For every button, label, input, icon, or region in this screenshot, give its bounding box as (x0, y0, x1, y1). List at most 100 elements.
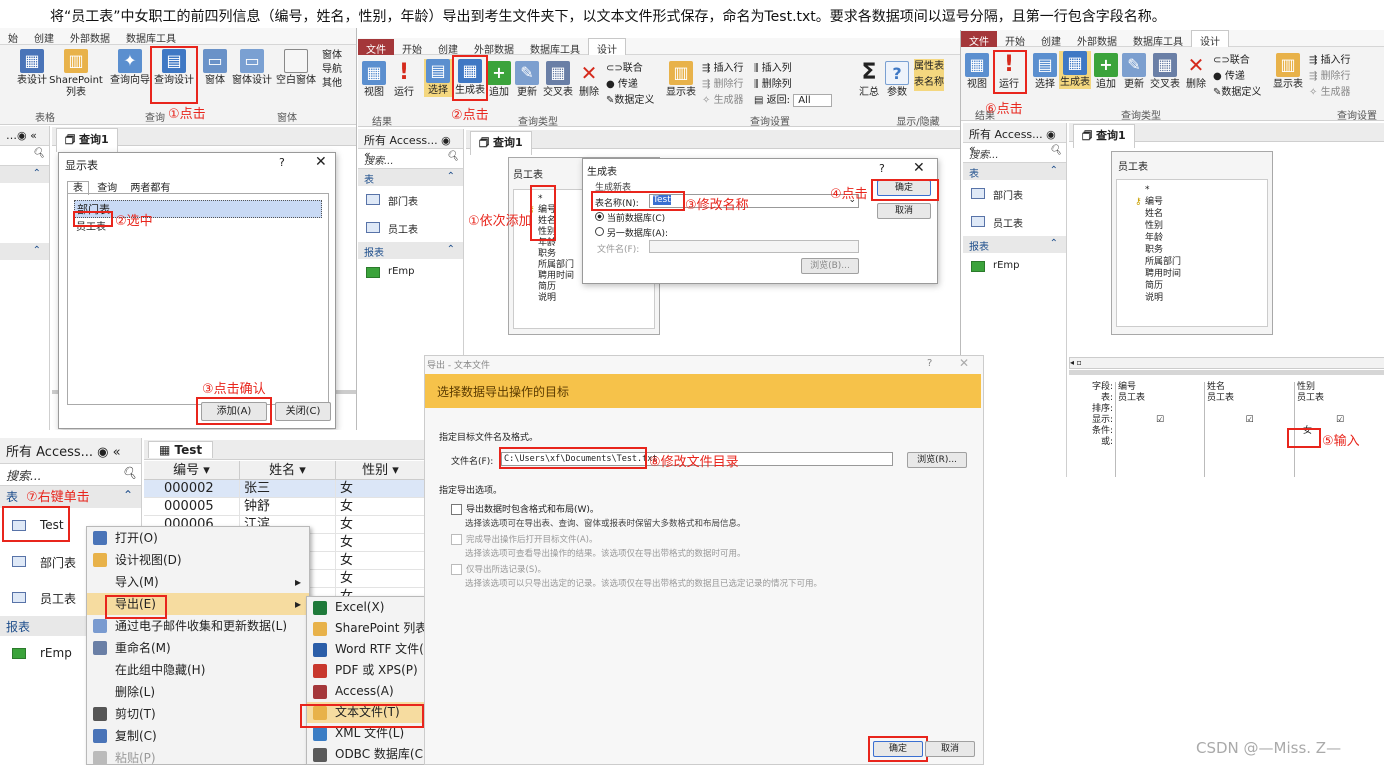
file-input[interactable] (649, 240, 859, 253)
table-cell[interactable]: 钟舒 (240, 498, 336, 515)
table-cell[interactable]: 000002 (144, 480, 240, 497)
help-icon[interactable]: ? (879, 162, 885, 175)
view-button[interactable]: ▦ 视图 (360, 61, 388, 99)
menu-item[interactable]: 在此组中隐藏(H) (87, 659, 309, 681)
nav-section-tables[interactable]: 表 ⌃ (358, 169, 463, 186)
table-row[interactable]: 000005 钟舒女 (144, 498, 426, 516)
field-item[interactable]: 说明 (1145, 292, 1267, 304)
help-icon[interactable]: ? (279, 156, 285, 169)
search-icon[interactable]: 🔍︎ (122, 466, 137, 480)
query-design-button[interactable]: ▤ 查询设计 (152, 49, 196, 87)
field-item[interactable]: 性别 (1145, 220, 1267, 232)
append-button[interactable]: + 追加 (486, 61, 512, 99)
menu-item[interactable]: 剪切(T) (87, 703, 309, 725)
field-item[interactable]: 说明 (538, 293, 654, 304)
query-wizard-button[interactable]: ✦ 查询向导 (108, 49, 152, 87)
table-names-button[interactable]: 表名称 (914, 75, 944, 91)
close-button[interactable]: 关闭(C) (275, 402, 331, 421)
nav-section-reports[interactable]: 报表 ⌃ (963, 236, 1066, 253)
parameters-button[interactable]: ? 参数 (884, 61, 910, 99)
grid-column[interactable]: 姓名 员工表 ☑ (1205, 382, 1295, 477)
form-more[interactable]: 窗体 导航 其他 (322, 49, 356, 91)
window-menu[interactable]: 窗体 (322, 49, 356, 63)
update-button[interactable]: ✎ 更新 (514, 61, 540, 99)
close-icon[interactable]: ✕ (315, 154, 327, 170)
sharepoint-button[interactable]: ▥ SharePoint 列表 (48, 49, 104, 99)
grid-column[interactable]: 编号 员工表 ☑ (1115, 382, 1205, 477)
data-definition-button[interactable]: ✎数据定义 (606, 93, 654, 109)
opt-open-file[interactable]: 完成导出操作后打开目标文件(A)。 (451, 533, 597, 545)
run-button[interactable]: ! 运行 (995, 53, 1023, 91)
close-icon[interactable]: ✕ (913, 160, 925, 176)
table-row[interactable]: 000002 张三女 (144, 480, 426, 498)
search-icon[interactable]: 🔍︎ (446, 151, 459, 162)
opt-current-db[interactable]: 当前数据库(C) (595, 211, 665, 224)
field-item[interactable]: 年龄 (1145, 232, 1267, 244)
table-cell[interactable]: 女 (336, 498, 426, 515)
submenu-item[interactable]: Excel(X) (307, 597, 426, 618)
passthrough-button[interactable]: ● 传递 (1213, 69, 1261, 85)
select-button[interactable]: ▤ 选择 (424, 59, 452, 97)
help-icon[interactable]: ? (927, 358, 932, 369)
form-button[interactable]: ▭ 窗体 (200, 49, 230, 87)
view-button[interactable]: ▦ 视图 (963, 53, 991, 91)
data-definition-button[interactable]: ✎数据定义 (1213, 85, 1261, 101)
list-item[interactable]: 部门表 (74, 200, 322, 218)
menu-item[interactable]: 导出(E) ▸ (87, 593, 309, 615)
browse-button[interactable]: 浏览(B)... (801, 258, 859, 274)
delete-button[interactable]: ✕ 删除 (1183, 53, 1209, 91)
search-icon[interactable]: 🔍︎ (32, 148, 45, 159)
nav-head[interactable]: …◉ « (0, 126, 49, 146)
blank-form-button[interactable]: 空白窗体 (274, 49, 318, 87)
menu-item[interactable]: 通过电子邮件收集和更新数据(L) (87, 615, 309, 637)
menu-item[interactable]: 设计视图(D) (87, 549, 309, 571)
append-button[interactable]: + 追加 (1093, 53, 1119, 91)
update-button[interactable]: ✎ 更新 (1121, 53, 1147, 91)
table-cell[interactable]: 女 (336, 480, 426, 497)
nav-item-dept[interactable]: 部门表 (358, 186, 463, 214)
navigation-menu[interactable]: 导航 (322, 63, 356, 77)
union-button[interactable]: ⊂⊃联合 (606, 61, 654, 77)
table-name-input[interactable]: Test ⌄ (649, 194, 859, 208)
opt-include-format[interactable]: 导出数据时包含格式和布局(W)。 (451, 502, 599, 515)
opt-selected-only[interactable]: 仅导出所选记录(S)。 (451, 563, 546, 575)
field-item[interactable]: 所属部门 (1145, 256, 1267, 268)
menu-item[interactable]: 导入(M) ▸ (87, 571, 309, 593)
browse-button[interactable]: 浏览(R)... (907, 452, 967, 468)
column-header[interactable]: 性别 ▾ (336, 461, 426, 479)
list-item[interactable]: 员工表 (74, 218, 322, 233)
builder-button[interactable]: ✧ 生成器 (1309, 85, 1351, 101)
show-table-button[interactable]: ▥ 显示表 (1271, 53, 1305, 91)
field-item[interactable]: 职务 (1145, 244, 1267, 256)
delete-row-button[interactable]: ⇶ 删除行 (702, 77, 744, 93)
nav-item-remp[interactable]: rEmp (963, 253, 1066, 281)
cancel-button[interactable]: 取消 (925, 741, 975, 757)
nav-section-tables[interactable]: 表 ⌃ (963, 163, 1066, 180)
menu-item[interactable]: 复制(C) (87, 725, 309, 747)
other-menu[interactable]: 其他 (322, 77, 356, 91)
nav-head[interactable]: 所有 Access... ◉ « (358, 129, 463, 161)
tab-query1[interactable]: 🗇 查询1 (56, 128, 118, 152)
nav-item-emp[interactable]: 员工表 (358, 214, 463, 242)
nav-item-remp[interactable]: rEmp (358, 259, 463, 287)
crosstab-button[interactable]: ▦ 交叉表 (542, 61, 574, 99)
field-item[interactable]: 简历 (1145, 280, 1267, 292)
menu-item[interactable]: 删除(L) (87, 681, 309, 703)
show-table-button[interactable]: ▥ 显示表 (664, 61, 698, 99)
search-bar[interactable]: 搜索... 🔍︎ (963, 143, 1066, 163)
make-table-button[interactable]: ▦ 生成表 (1059, 51, 1091, 89)
field-item[interactable]: * (1145, 184, 1267, 196)
return-select[interactable]: ▤ 返回: All (754, 93, 832, 109)
table-cell[interactable]: 女 (336, 534, 426, 551)
table-design-button[interactable]: ▦ 表设计 (12, 49, 52, 87)
submenu-item[interactable]: 文本文件(T) (307, 702, 426, 723)
table-cell[interactable]: 女 (336, 552, 426, 569)
menu-item[interactable]: 粘贴(P) (87, 747, 309, 765)
nav-section[interactable]: ⌃ (0, 243, 49, 260)
nav-head[interactable]: 所有 Access... ◉ « (963, 123, 1066, 155)
table-cell[interactable]: 张三 (240, 480, 336, 497)
menu-item[interactable]: 重命名(M) (87, 637, 309, 659)
search-bar[interactable]: 🔍︎ (0, 146, 49, 166)
field-item[interactable]: ⚷ 编号 (1135, 196, 1267, 208)
add-button[interactable]: 添加(A) (201, 402, 267, 421)
